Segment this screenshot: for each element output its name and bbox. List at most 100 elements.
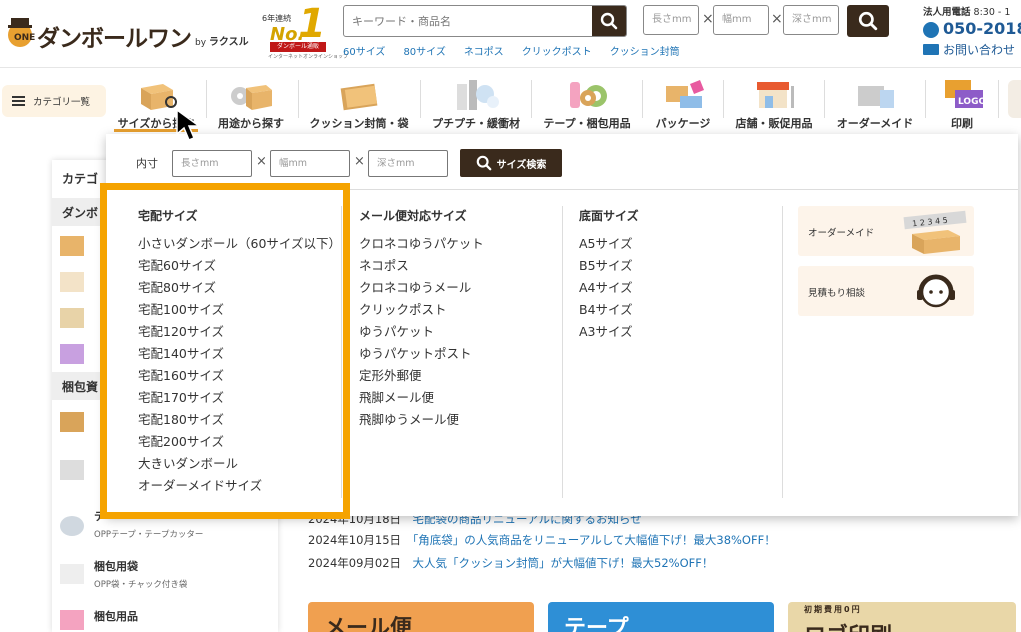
award-sub: インターネットオンラインショップ — [268, 54, 349, 60]
size-link[interactable]: B4サイズ — [579, 299, 633, 321]
size-link[interactable]: 飛脚メール便 — [359, 387, 484, 409]
nav-divider — [298, 80, 299, 118]
promo-banner-logo[interactable]: ロゴ印刷 初期費用0円 — [788, 602, 1016, 632]
logo-box-icon — [60, 344, 84, 364]
mail-size-list: クロネコゆうパケット ネコポス クロネコゆうメール クリックポスト ゆうパケット… — [359, 233, 484, 431]
times-sign: × — [771, 11, 783, 27]
package-icon — [666, 80, 704, 108]
dropdown-depth-input[interactable]: 深さmm — [368, 150, 448, 177]
size-search-label: サイズ検索 — [496, 159, 547, 171]
nav-divider — [925, 80, 926, 118]
nav-shop-supplies[interactable]: 店舗・販促用品 — [725, 72, 823, 134]
award-badge: 6年連続 No. 1 ダンボール通販 インターネットオンラインショップ — [262, 4, 348, 60]
nav-printing[interactable]: LOGO 印刷 — [927, 72, 997, 134]
promo-banner-tape[interactable]: テープ — [548, 602, 774, 632]
nav-divider — [824, 80, 825, 118]
header-divider — [0, 67, 1021, 68]
svg-text:ONE: ONE — [14, 33, 35, 43]
header-width-input[interactable]: 幅mm — [713, 5, 769, 35]
nav-label: 店舗・販促用品 — [735, 117, 813, 130]
headset-support-icon — [917, 274, 955, 308]
news-item: 2024年09月02日 大人気「クッション封筒」が大幅値下げ！最大52%OFF！ — [308, 556, 714, 570]
size-link[interactable]: A4サイズ — [579, 277, 633, 299]
dropdown-length-input[interactable]: 長さmm — [172, 150, 252, 177]
keyword-search-input[interactable] — [344, 6, 592, 36]
size-link[interactable]: A3サイズ — [579, 321, 633, 343]
mouse-cursor-icon — [176, 108, 202, 141]
quick-link[interactable]: 60サイズ — [343, 43, 385, 58]
base-size-list: A5サイズ B5サイズ A4サイズ B4サイズ A3サイズ — [579, 233, 633, 343]
shop-icon — [757, 82, 794, 108]
nav-package[interactable]: パッケージ — [644, 72, 722, 134]
nav-custom-order[interactable]: オーダーメイド — [826, 72, 924, 134]
quick-link[interactable]: ネコポス — [464, 43, 504, 58]
size-link[interactable]: ネコポス — [359, 255, 484, 277]
mail-icon — [923, 44, 939, 55]
news-link[interactable]: 大人気「クッション封筒」が大幅値下げ！最大52%OFF！ — [413, 556, 714, 570]
keyword-search — [343, 5, 627, 37]
box-magnifier-icon — [141, 84, 177, 110]
size-link[interactable]: 飛脚ゆうメール便 — [359, 409, 484, 431]
site-logo[interactable]: ONE ダンボールワン by ラクスル — [5, 10, 249, 52]
dropdown-width-input[interactable]: 幅mm — [270, 150, 350, 177]
size-link[interactable]: クリックポスト — [359, 299, 484, 321]
times-sign: × — [256, 154, 267, 169]
promo-title: テープ — [564, 616, 629, 632]
times-sign: × — [354, 154, 365, 169]
packing-supplies-icon — [60, 610, 84, 630]
search-icon — [858, 11, 878, 31]
size-link[interactable]: B5サイズ — [579, 255, 633, 277]
size-link[interactable]: A5サイズ — [579, 233, 633, 255]
column-heading: 底面サイズ — [579, 209, 639, 223]
column-divider — [782, 206, 783, 498]
quick-link[interactable]: クッション封筒 — [610, 43, 680, 58]
tape-roll-icon — [60, 516, 84, 536]
dropdown-size-search-button[interactable]: サイズ検索 — [460, 149, 562, 177]
quick-link[interactable]: 80サイズ — [403, 43, 445, 58]
envelope-icon — [340, 83, 378, 111]
size-link[interactable]: クロネコゆうメール — [359, 277, 484, 299]
contact-link[interactable]: お問い合わせ — [943, 41, 1015, 58]
size-link[interactable]: 定形外郵便 — [359, 365, 484, 387]
size-link[interactable]: ゆうパケット — [359, 321, 484, 343]
nav-divider — [531, 80, 532, 118]
nav-bubble-wrap[interactable]: プチプチ・緩衝材 — [422, 72, 530, 134]
header-size-search-button[interactable] — [847, 5, 889, 37]
box-icon — [60, 308, 84, 328]
sidebar-item-title[interactable]: 梱包用袋 — [94, 558, 138, 574]
header-depth-input[interactable]: 深さmm — [783, 5, 839, 35]
nav-cushion-envelope[interactable]: クッション封筒・袋 — [300, 72, 418, 134]
size-link[interactable]: クロネコゆうパケット — [359, 233, 484, 255]
nav-by-purpose[interactable]: 用途から探す — [208, 72, 294, 134]
estimate-consult-card[interactable]: 見積もり相談 — [798, 266, 974, 316]
bubble-wrap-icon — [60, 460, 84, 480]
nav-tape[interactable]: テープ・梱包用品 — [533, 72, 641, 134]
sidebar-item-sub: OPP袋・チャック付き袋 — [94, 580, 188, 590]
award-ribbon: ダンボール通販 — [270, 42, 326, 52]
sidebar-heading: カテゴ — [62, 172, 99, 186]
logo-byline: by ラクスル — [195, 37, 249, 48]
custom-order-card[interactable]: オーダーメイド 1 2 3 4 5 — [798, 206, 974, 256]
category-list-button[interactable]: カテゴリ一覧 — [2, 85, 106, 117]
column-heading: メール便対応サイズ — [359, 209, 467, 223]
menu-icon — [12, 94, 25, 108]
promo-banner-mail[interactable]: メール便 — [308, 602, 534, 632]
column-divider — [562, 206, 563, 498]
phone-number[interactable]: 050-2018- — [943, 19, 1021, 38]
news-link[interactable]: 「角底袋」の人気商品をリニューアルして大幅値下げ！最大38%OFF！ — [413, 533, 776, 547]
nav-label: 印刷 — [951, 117, 973, 130]
highlight-frame — [100, 183, 350, 519]
nav-scroll-next[interactable] — [1008, 80, 1021, 118]
quick-link[interactable]: クリックポスト — [522, 43, 592, 58]
nav-label: プチプチ・緩衝材 — [432, 117, 520, 130]
promo-badge: 初期費用0円 — [804, 605, 862, 614]
phone-icon — [923, 22, 939, 38]
size-link[interactable]: ゆうパケットポスト — [359, 343, 484, 365]
header-length-input[interactable]: 長さmm — [643, 5, 699, 35]
search-icon — [600, 12, 618, 30]
nav-divider — [998, 80, 999, 118]
logo-print-icon: LOGO — [945, 80, 985, 108]
sidebar-item-title[interactable]: 梱包用品 — [94, 608, 138, 624]
promo-title: メール便 — [324, 616, 413, 632]
keyword-search-button[interactable] — [592, 6, 626, 36]
